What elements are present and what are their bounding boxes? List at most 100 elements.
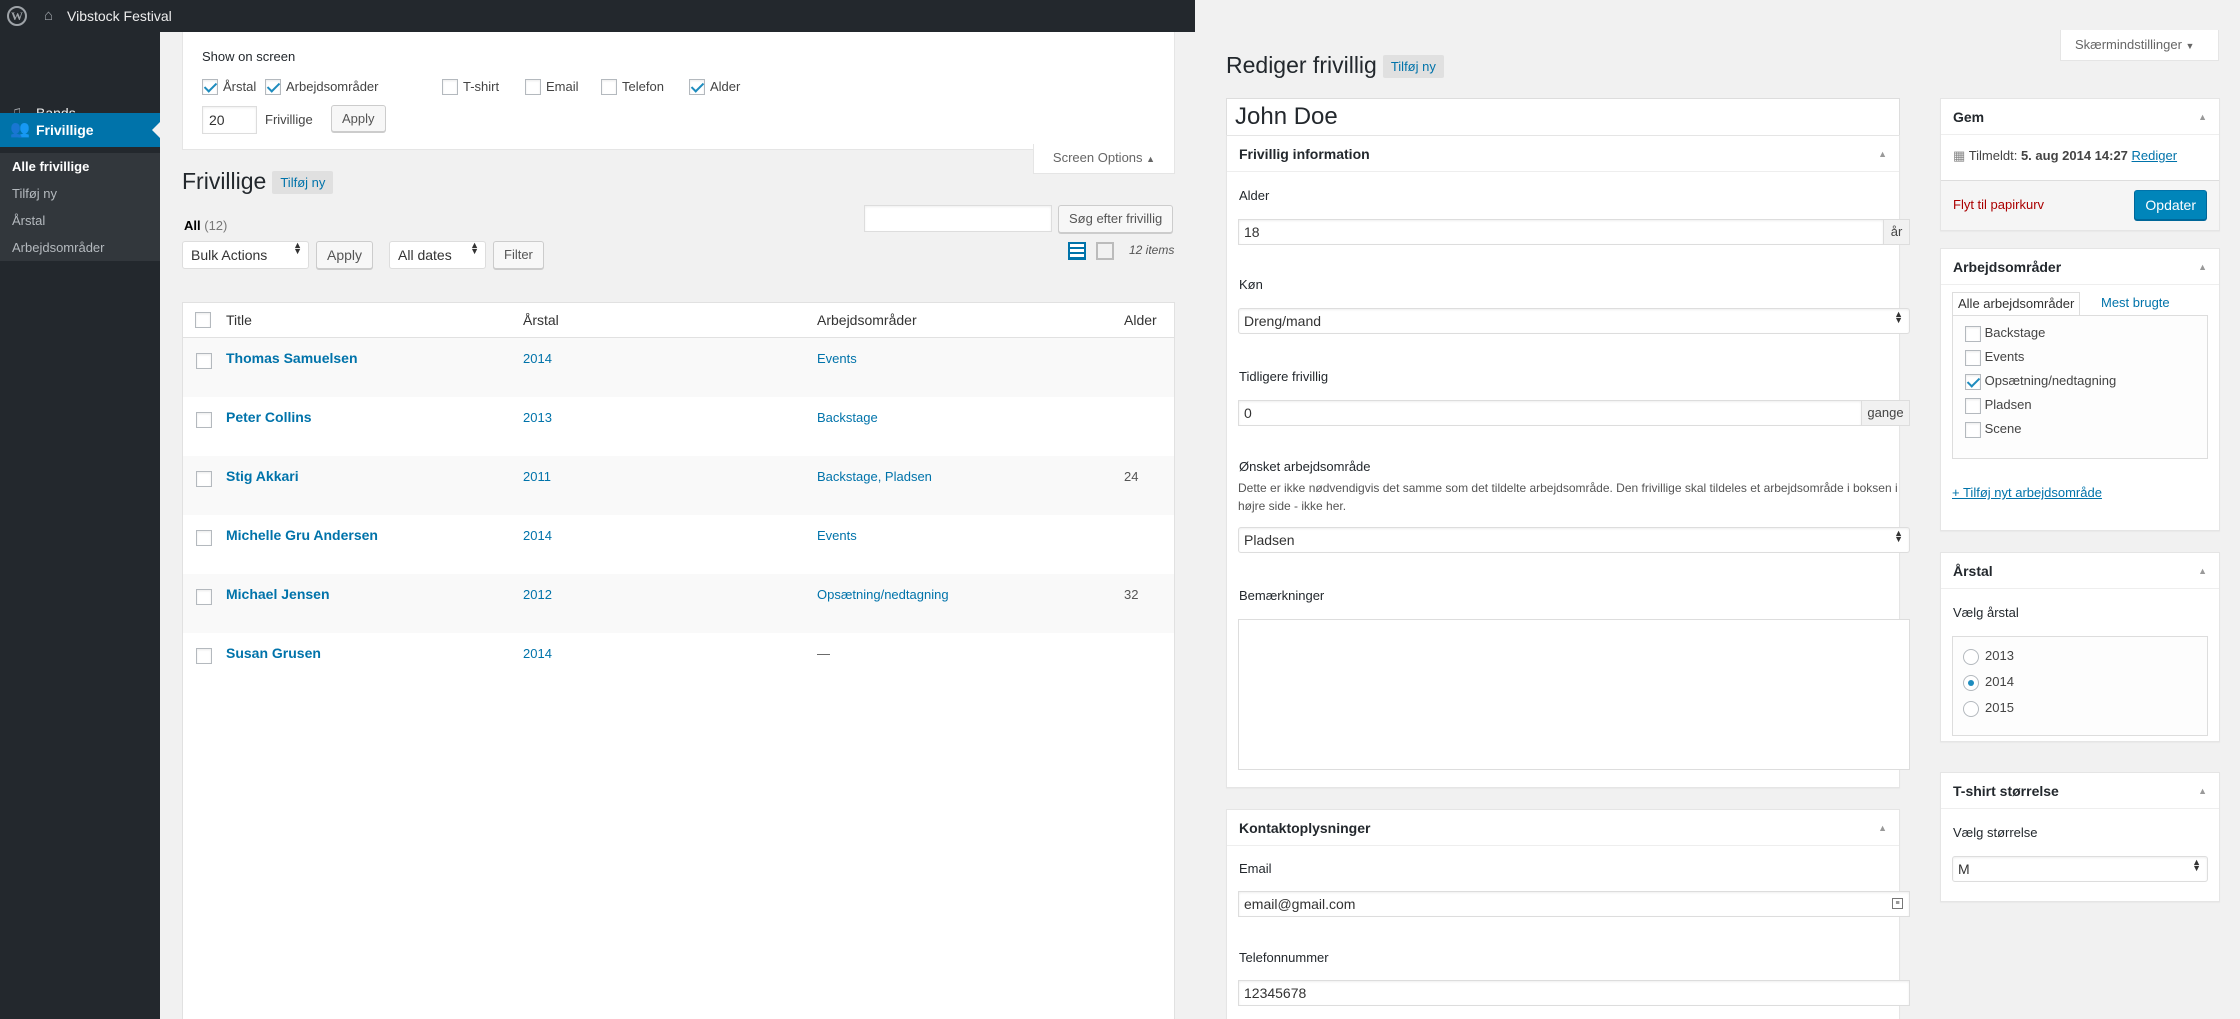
checkbox[interactable] [601,78,617,95]
screen-options-tab[interactable]: Skærmindstillinger ▼ [2060,30,2219,61]
row-checkbox[interactable] [196,412,212,428]
checkbox[interactable] [525,78,541,95]
postbox-header[interactable]: Kontaktoplysninger ▲ [1227,810,1899,846]
list-item[interactable]: Opsætning/nedtagning [1965,373,2116,390]
tab-all-areas[interactable]: Alle arbejdsområder [1952,292,2081,316]
row-title-link[interactable]: Thomas Samuelsen [226,350,358,366]
checkbox[interactable] [1965,349,1981,366]
checkbox[interactable] [1965,373,1981,390]
checkbox[interactable] [1965,397,1981,414]
trash-link[interactable]: Flyt til papirkurv [1953,197,2044,212]
list-view-icon[interactable] [1068,242,1086,260]
update-button[interactable]: Opdater [2134,190,2207,220]
postbox-header[interactable]: Arbejdsområder ▲ [1941,249,2219,285]
row-checkbox[interactable] [196,471,212,487]
notes-textarea[interactable] [1238,619,1910,770]
search-button[interactable]: Søg efter frivillig [1058,205,1174,233]
column-year-header[interactable]: Årstal [523,312,559,328]
screen-options-apply-button[interactable]: Apply [331,105,386,132]
list-item[interactable]: Scene [1965,421,2022,438]
row-year-link[interactable]: 2014 [523,528,552,543]
title-input[interactable]: John Doe [1226,98,1900,136]
row-areas-link[interactable]: Events [817,528,857,543]
checkbox[interactable] [442,78,458,95]
view-filter-all[interactable]: All (12) [184,218,227,233]
year-option[interactable]: 2015 [1963,700,2014,717]
select-all-checkbox[interactable] [195,312,211,328]
checkbox[interactable] [265,78,281,95]
row-title-link[interactable]: Susan Grusen [226,645,321,661]
add-new-button[interactable]: Tilføj ny [1382,55,1444,79]
list-item[interactable]: Pladsen [1965,397,2032,414]
list-item[interactable]: Events [1965,349,2024,366]
row-areas-link[interactable]: Opsætning/nedtagning [817,587,949,602]
edit-date-link[interactable]: Rediger [2132,148,2178,163]
submenu-tilfoej-ny[interactable]: Tilføj ny [0,180,160,207]
collapse-icon[interactable]: ▲ [2198,99,2207,135]
row-year-link[interactable]: 2011 [523,469,551,484]
row-title-link[interactable]: Stig Akkari [226,468,299,484]
row-year-link[interactable]: 2014 [523,351,552,366]
checkbox[interactable] [1965,325,1981,342]
row-year-link[interactable]: 2013 [523,410,552,425]
tab-most-used[interactable]: Mest brugte [2101,295,2170,310]
row-checkbox[interactable] [196,589,212,605]
column-toggle-tshirt[interactable]: T-shirt [442,78,499,95]
screen-options-tab[interactable]: Screen Options ▲ [1033,144,1175,174]
checkbox[interactable] [689,78,705,95]
site-name-link[interactable]: Vibstock Festival [67,8,172,24]
postbox-header[interactable]: Gem ▲ [1941,99,2219,135]
collapse-icon[interactable]: ▲ [2198,773,2207,809]
row-title-link[interactable]: Michelle Gru Andersen [226,527,378,543]
tshirt-size-select[interactable]: M ▲ ▼ [1952,856,2208,882]
submenu-aarstal[interactable]: Årstal [0,207,160,234]
checkbox[interactable] [1965,421,1981,438]
postbox-header[interactable]: T-shirt størrelse ▲ [1941,773,2219,809]
email-input[interactable]: email@gmail.com ≡ [1238,891,1910,917]
row-year-link[interactable]: 2014 [523,646,552,661]
row-areas-link[interactable]: Backstage, Pladsen [817,469,932,484]
excerpt-view-icon[interactable] [1096,242,1114,260]
row-title-link[interactable]: Michael Jensen [226,586,330,602]
collapse-icon[interactable]: ▲ [1878,136,1887,172]
column-title-header[interactable]: Title [226,312,252,328]
postbox-header[interactable]: Årstal ▲ [1941,553,2219,589]
row-areas-link[interactable]: Backstage [817,410,878,425]
add-new-button[interactable]: Tilføj ny [272,171,334,195]
gender-select[interactable]: Dreng/mand ▲ ▼ [1238,308,1910,334]
column-toggle-alder[interactable]: Alder [689,78,740,95]
row-checkbox[interactable] [196,648,212,664]
collapse-icon[interactable]: ▲ [1878,810,1887,846]
row-year-link[interactable]: 2012 [523,587,552,602]
submenu-alle-frivillige[interactable]: Alle frivillige [0,153,160,180]
radio[interactable] [1963,700,1979,717]
column-toggle-telefon[interactable]: Telefon [601,78,664,95]
radio[interactable] [1963,648,1979,665]
contact-card-icon[interactable]: ≡ [1892,898,1903,909]
per-page-input[interactable] [202,106,257,134]
age-input[interactable]: 18 [1238,219,1884,245]
collapse-icon[interactable]: ▲ [2198,553,2207,589]
previous-volunteer-input[interactable]: 0 [1238,400,1862,426]
home-icon[interactable]: ⌂ [44,7,53,24]
year-option[interactable]: 2014 [1963,674,2014,691]
bulk-apply-button[interactable]: Apply [316,241,374,269]
wordpress-logo-icon[interactable]: W [7,6,27,26]
sidebar-item-frivillige[interactable]: 👥 Frivillige [0,113,160,147]
phone-input[interactable]: 12345678 [1238,980,1910,1006]
column-toggle-email[interactable]: Email [525,78,579,95]
checkbox[interactable] [202,78,218,95]
date-filter-select[interactable]: All dates ▲ ▼ [389,241,486,269]
year-option[interactable]: 2013 [1963,648,2014,665]
row-title-link[interactable]: Peter Collins [226,409,312,425]
submenu-arbejdsomraader[interactable]: Arbejdsområder [0,234,160,261]
collapse-icon[interactable]: ▲ [2198,249,2207,285]
row-areas-link[interactable]: Events [817,351,857,366]
row-checkbox[interactable] [196,353,212,369]
row-checkbox[interactable] [196,530,212,546]
add-area-link[interactable]: + Tilføj nyt arbejdsområde [1952,485,2102,500]
wish-area-select[interactable]: Pladsen ▲ ▼ [1238,527,1910,553]
bulk-actions-select[interactable]: Bulk Actions ▲ ▼ [182,241,309,269]
filter-button[interactable]: Filter [493,241,544,269]
column-toggle-arbejdsomraader[interactable]: Arbejdsområder [265,78,379,95]
